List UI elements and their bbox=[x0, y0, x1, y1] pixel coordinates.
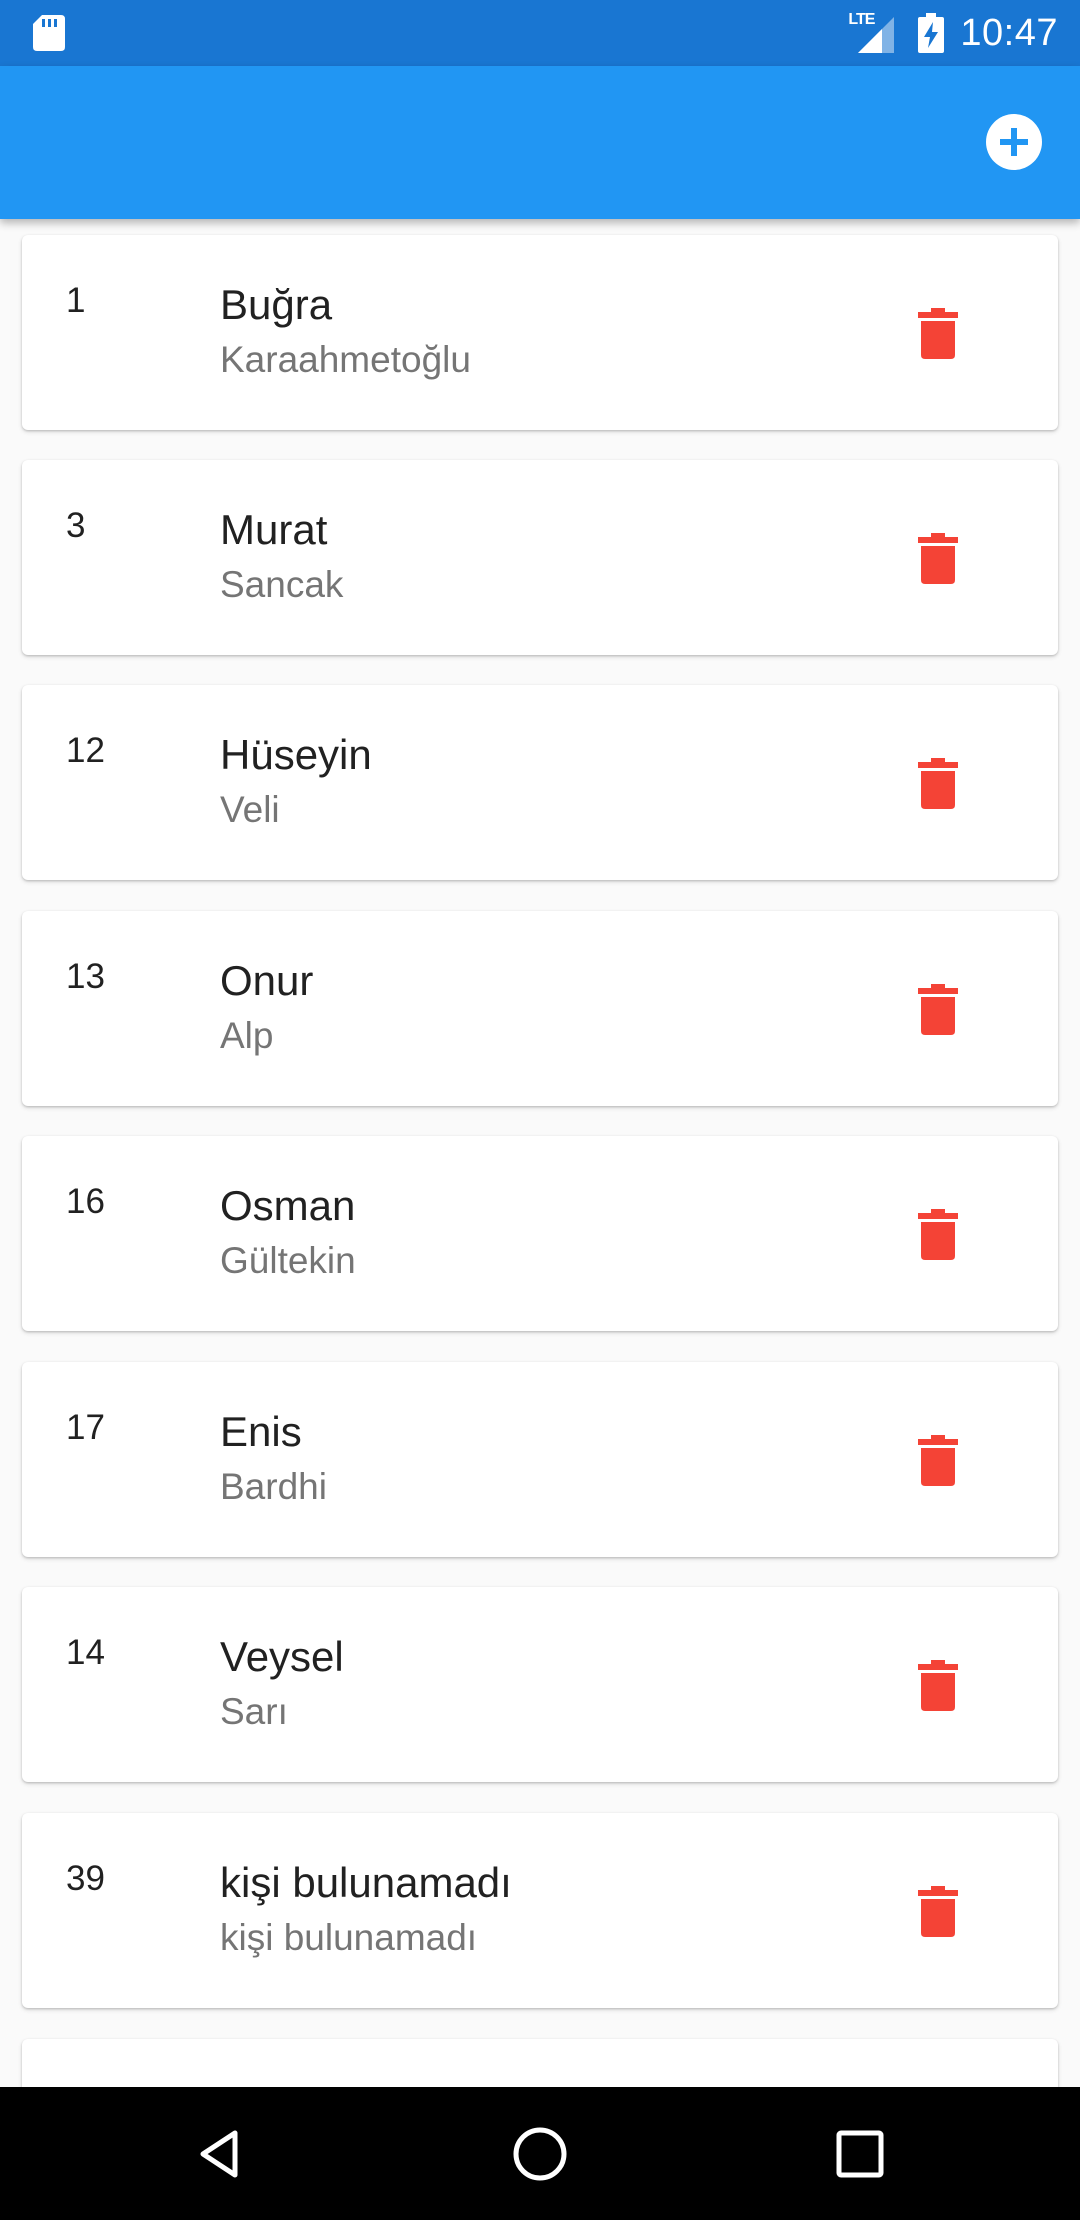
list-item[interactable]: 12 Hüseyin Veli trash-icon bbox=[22, 685, 1058, 880]
delete-button[interactable]: trash-icon bbox=[918, 1886, 958, 1937]
delete-button[interactable]: trash-icon bbox=[918, 1660, 958, 1711]
add-circle-icon bbox=[1000, 128, 1028, 156]
delete-button[interactable]: trash-icon bbox=[918, 533, 958, 584]
status-bar: LTE 10:47 bbox=[0, 0, 1080, 66]
list-item[interactable]: 13 Onur Alp trash-icon bbox=[22, 911, 1058, 1106]
person-surname: Bardhi bbox=[220, 1466, 327, 1507]
person-id: 39 bbox=[66, 1859, 105, 1898]
person-name: Osman bbox=[220, 1182, 356, 1229]
person-surname: Sancak bbox=[220, 564, 344, 605]
person-id: 1 bbox=[66, 281, 86, 320]
app-bar bbox=[0, 66, 1080, 219]
person-id: 16 bbox=[66, 1182, 105, 1221]
battery-charging-icon bbox=[918, 13, 945, 53]
list-item[interactable]: 1 Buğra Karaahmetoğlu trash-icon bbox=[22, 235, 1058, 430]
person-name: Murat bbox=[220, 506, 328, 553]
person-name: Veysel bbox=[220, 1633, 344, 1680]
person-id: 3 bbox=[66, 506, 86, 545]
person-surname: Veli bbox=[220, 789, 280, 830]
list-item[interactable]: 3 Murat Sancak trash-icon bbox=[22, 460, 1058, 655]
sd-card-icon bbox=[33, 15, 65, 51]
person-id: 17 bbox=[66, 1408, 105, 1447]
delete-button[interactable]: trash-icon bbox=[918, 758, 958, 809]
navigation-bar bbox=[0, 2087, 1080, 2220]
delete-button[interactable]: trash-icon bbox=[918, 1435, 958, 1486]
list-item[interactable] bbox=[22, 2039, 1058, 2087]
person-surname: Karaahmetoğlu bbox=[220, 339, 471, 380]
list-item[interactable]: 14 Veysel Sarı trash-icon bbox=[22, 1587, 1058, 1782]
add-button[interactable] bbox=[986, 114, 1042, 170]
back-icon[interactable] bbox=[185, 2119, 255, 2189]
status-time: 10:47 bbox=[960, 11, 1058, 54]
person-id: 12 bbox=[66, 731, 105, 770]
home-icon[interactable] bbox=[505, 2119, 575, 2189]
person-name: Buğra bbox=[220, 281, 333, 328]
person-id: 14 bbox=[66, 1633, 105, 1672]
person-id: 13 bbox=[66, 957, 105, 996]
people-list[interactable]: 1 Buğra Karaahmetoğlu trash-icon 3 Murat… bbox=[0, 219, 1080, 2087]
person-surname: Gültekin bbox=[220, 1240, 356, 1281]
recents-icon[interactable] bbox=[825, 2119, 895, 2189]
person-surname: Sarı bbox=[220, 1691, 288, 1732]
delete-button[interactable]: trash-icon bbox=[918, 1209, 958, 1260]
list-item[interactable]: 39 kişi bulunamadı kişi bulunamadı trash… bbox=[22, 1813, 1058, 2008]
person-name: Hüseyin bbox=[220, 731, 372, 778]
list-item[interactable]: 17 Enis Bardhi trash-icon bbox=[22, 1362, 1058, 1557]
person-name: kişi bulunamadı bbox=[220, 1859, 512, 1906]
person-surname: Alp bbox=[220, 1015, 274, 1056]
person-name: Enis bbox=[220, 1408, 302, 1455]
person-surname: kişi bulunamadı bbox=[220, 1917, 478, 1958]
list-item[interactable]: 16 Osman Gültekin trash-icon bbox=[22, 1136, 1058, 1331]
signal-icon: LTE bbox=[848, 11, 896, 55]
delete-button[interactable]: trash-icon bbox=[918, 308, 958, 359]
delete-button[interactable]: trash-icon bbox=[918, 984, 958, 1035]
person-name: Onur bbox=[220, 957, 314, 1004]
